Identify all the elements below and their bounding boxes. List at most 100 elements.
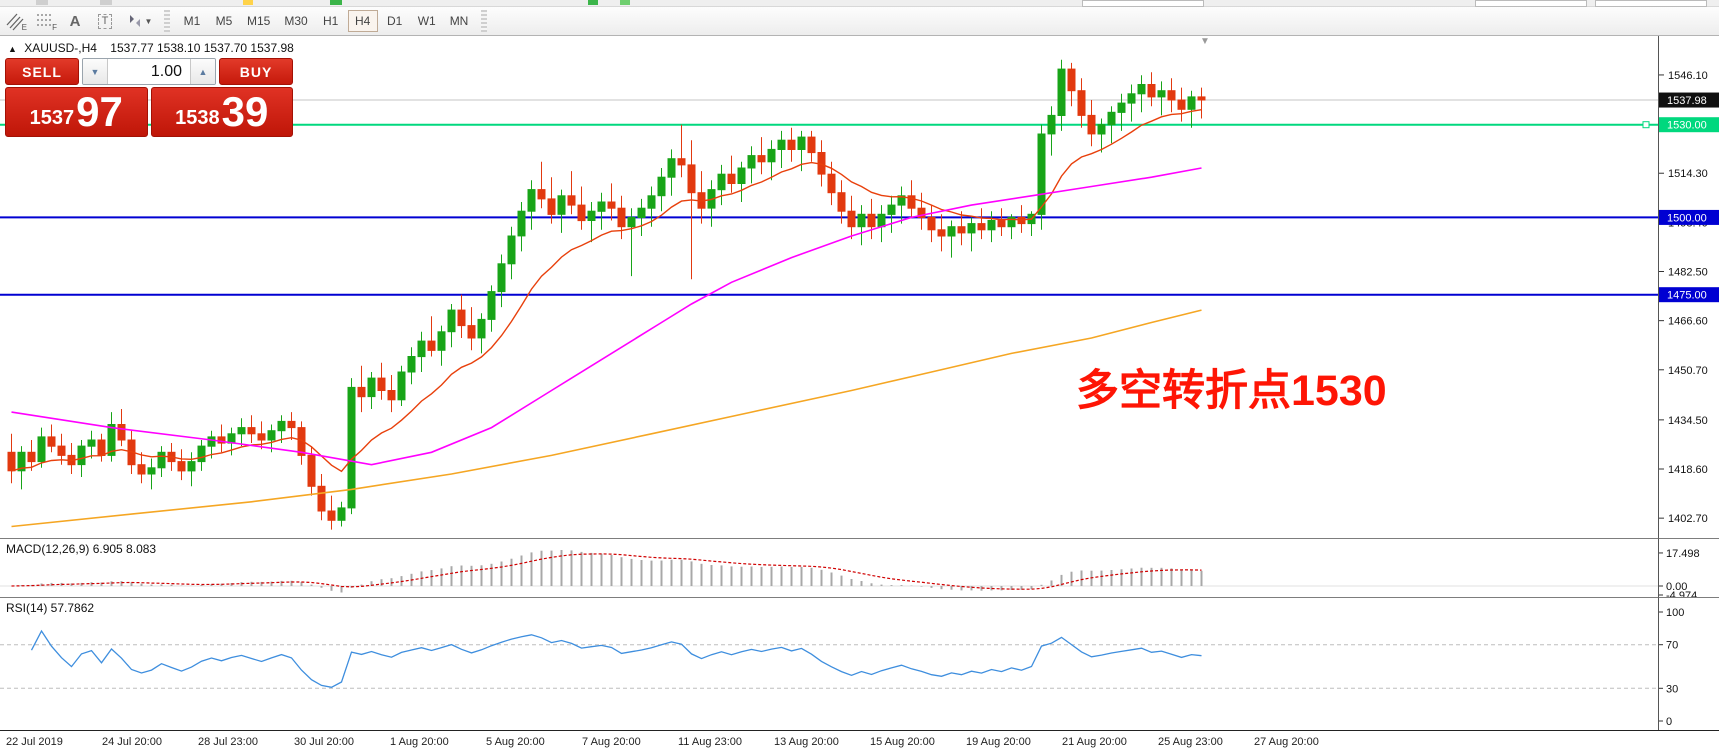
candle-body [237, 427, 246, 435]
candle-body [597, 201, 606, 212]
timeframe-button-h1[interactable]: H1 [316, 10, 346, 32]
clipped-field [1082, 0, 1204, 7]
candle-body [657, 176, 666, 197]
volume-decrease-button[interactable]: ▼ [83, 59, 108, 84]
candle-body [327, 510, 336, 521]
price-tick-label: 1546.10 [1668, 70, 1708, 82]
dropdown-caret-icon[interactable]: ▼ [145, 17, 153, 26]
chart-shift-marker-icon[interactable]: ▼ [1200, 36, 1210, 47]
candle-body [157, 451, 166, 469]
candle-body [1187, 96, 1196, 110]
timeframe-button-h4[interactable]: H4 [347, 10, 378, 32]
candle-body [927, 216, 936, 231]
fibonacci-icon[interactable]: F [30, 9, 60, 33]
candle-body [797, 136, 806, 150]
candle-body [987, 220, 996, 231]
clipped-button [588, 0, 598, 5]
ohlc-quote: 1537.77 1538.10 1537.70 1537.98 [110, 41, 294, 55]
candle-body [117, 424, 126, 441]
hline-handle[interactable] [1642, 121, 1650, 129]
timeframe-button-d1[interactable]: D1 [380, 10, 410, 32]
candle-body [197, 445, 206, 463]
main-chart-plot[interactable]: ▲ XAUUSD-,H4 1537.77 1538.10 1537.70 153… [0, 36, 1659, 538]
rsi-panel[interactable]: RSI(14) 57.7862 [0, 597, 1659, 731]
candle-body [1167, 90, 1176, 101]
time-axis-label: 25 Aug 23:00 [1158, 736, 1223, 748]
clipped-toolbar-row [0, 0, 1719, 7]
candle-body [867, 213, 876, 228]
time-axis-label: 13 Aug 20:00 [774, 736, 839, 748]
clipped-button [100, 0, 112, 5]
price-badge-label: 1537.98 [1667, 95, 1707, 107]
candle-body [1117, 102, 1126, 113]
buy-button[interactable]: BUY [219, 58, 293, 85]
candle-body [307, 454, 316, 487]
candle-body [57, 445, 66, 456]
time-axis-label: 19 Aug 20:00 [966, 736, 1031, 748]
price-axis[interactable]: 1546.101514.301498.401482.501466.601450.… [1659, 36, 1719, 538]
timeframe-button-m5[interactable]: M5 [209, 10, 239, 32]
timeframe-button-m30[interactable]: M30 [278, 10, 313, 32]
candle-body [1057, 68, 1066, 116]
price-tick-label: 1418.60 [1668, 464, 1708, 476]
collapse-icon[interactable]: ▲ [8, 44, 17, 54]
candle-body [777, 139, 786, 150]
candle-body [427, 340, 436, 351]
candle-body [807, 136, 816, 154]
toolbar-drag-handle[interactable] [481, 10, 488, 32]
macd-axis: 17.498 0.00 -4.974 [1659, 538, 1719, 598]
draw-channels-icon[interactable]: E [0, 9, 30, 33]
candle-body [47, 436, 56, 447]
candle-body [407, 356, 416, 373]
candle-body [1177, 99, 1186, 110]
volume-value[interactable]: 1.00 [108, 59, 190, 84]
candle-body [847, 210, 856, 228]
timeframe-button-m1[interactable]: M1 [177, 10, 207, 32]
candle-body [337, 507, 346, 521]
volume-stepper[interactable]: ▼ 1.00 ▲ [82, 58, 216, 85]
time-axis-label: 22 Jul 2019 [6, 736, 63, 748]
candle-body [717, 173, 726, 191]
timeframe-button-w1[interactable]: W1 [412, 10, 442, 32]
candle-body [877, 213, 886, 228]
candle-body [967, 223, 976, 234]
macd-panel[interactable]: MACD(12,26,9) 6.905 8.083 [0, 538, 1659, 598]
macd-tick-label: 17.498 [1666, 548, 1700, 560]
time-axis-label: 11 Aug 23:00 [678, 736, 743, 748]
price-badge-label: 1530.00 [1667, 120, 1707, 132]
candle-body [1127, 93, 1136, 104]
volume-increase-button[interactable]: ▲ [190, 59, 215, 84]
text-box-icon[interactable]: T [90, 9, 120, 33]
candle-body [97, 439, 106, 456]
candle-body [1037, 133, 1046, 215]
candle-body [567, 195, 576, 206]
text-label-glyph: A [69, 12, 81, 30]
candle-body [1067, 68, 1076, 92]
rsi-tick-label: 0 [1666, 716, 1672, 728]
text-label-icon[interactable]: A [60, 9, 90, 33]
time-axis[interactable]: 22 Jul 2019 24 Jul 20:00 28 Jul 23:00 30 Ju… [0, 730, 1719, 756]
sell-button[interactable]: SELL [5, 58, 79, 85]
price-tick-label: 1466.60 [1668, 316, 1708, 328]
time-axis-label: 7 Aug 20:00 [582, 736, 641, 748]
channels-badge: E [21, 23, 27, 32]
candle-body [957, 226, 966, 234]
price-tick-label: 1434.50 [1668, 415, 1708, 427]
candle-body [257, 433, 266, 441]
time-axis-label: 24 Jul 20:00 [102, 736, 162, 748]
timeframe-button-mn[interactable]: MN [444, 10, 475, 32]
arrow-tools-icon[interactable]: ▼ [120, 9, 158, 33]
rsi-tick-label: 100 [1666, 607, 1684, 619]
candle-body [637, 207, 646, 218]
macd-label: MACD(12,26,9) 6.905 8.083 [6, 542, 157, 556]
sell-price-button[interactable]: 1537 97 [5, 87, 148, 137]
candle-body [497, 263, 506, 293]
timeframe-button-m15[interactable]: M15 [241, 10, 276, 32]
candle-body [387, 390, 396, 401]
time-axis-label: 28 Jul 23:00 [198, 736, 258, 748]
candle-body [647, 195, 656, 209]
time-axis-label: 1 Aug 20:00 [390, 736, 449, 748]
buy-price-button[interactable]: 1538 39 [150, 87, 293, 137]
toolbar-drag-handle[interactable] [164, 10, 170, 32]
candle-body [727, 173, 736, 184]
